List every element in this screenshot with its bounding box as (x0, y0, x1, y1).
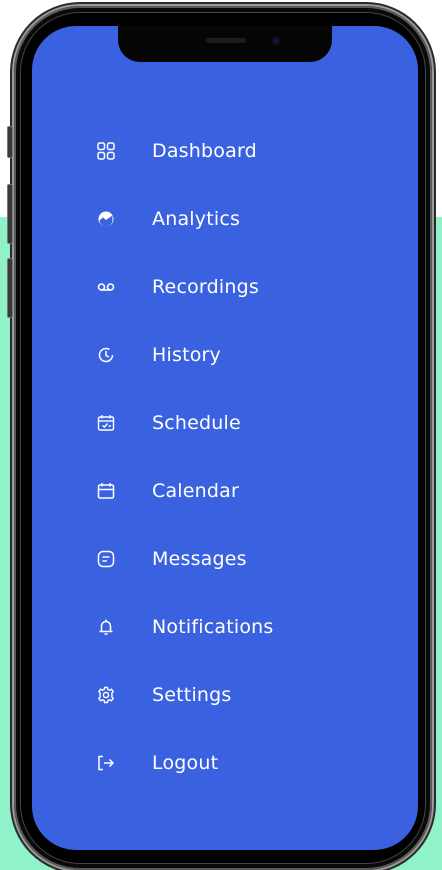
gear-icon (96, 685, 116, 705)
menu-item-messages[interactable]: Messages (96, 542, 247, 576)
menu-label: History (152, 344, 221, 366)
front-camera (272, 37, 280, 45)
stage: Dashboard Analytics Recordings History S… (0, 0, 442, 870)
menu-label: Analytics (152, 208, 241, 230)
menu-label: Calendar (152, 480, 240, 502)
menu-item-schedule[interactable]: Schedule (96, 406, 241, 440)
speaker-grille (206, 38, 246, 43)
menu-label: Settings (152, 684, 232, 706)
menu-label: Logout (152, 752, 219, 774)
voicemail-icon (96, 277, 116, 297)
message-icon (96, 549, 116, 569)
menu-label: Schedule (152, 412, 241, 434)
menu-label: Messages (152, 548, 247, 570)
menu-label: Recordings (152, 276, 259, 298)
menu-item-analytics[interactable]: Analytics (96, 202, 240, 236)
volume-down-button (7, 258, 13, 318)
menu-item-recordings[interactable]: Recordings (96, 270, 259, 304)
calendar-icon (96, 481, 116, 501)
menu-item-notifications[interactable]: Notifications (96, 610, 274, 644)
volume-up-button (7, 184, 13, 244)
menu-item-settings[interactable]: Settings (96, 678, 232, 712)
menu-label: Notifications (152, 616, 274, 638)
schedule-icon (96, 413, 116, 433)
mute-switch (7, 126, 13, 158)
clock-icon (96, 345, 116, 365)
grid-icon (96, 141, 116, 161)
phone-screen: Dashboard Analytics Recordings History S… (32, 26, 418, 850)
menu-label: Dashboard (152, 140, 257, 162)
logout-icon (96, 753, 116, 773)
menu-item-logout[interactable]: Logout (96, 746, 218, 780)
bell-icon (96, 617, 116, 637)
notch (118, 26, 332, 62)
chart-icon (96, 209, 116, 229)
menu-item-history[interactable]: History (96, 338, 221, 372)
menu-item-dashboard[interactable]: Dashboard (96, 134, 257, 168)
menu-item-calendar[interactable]: Calendar (96, 474, 239, 508)
